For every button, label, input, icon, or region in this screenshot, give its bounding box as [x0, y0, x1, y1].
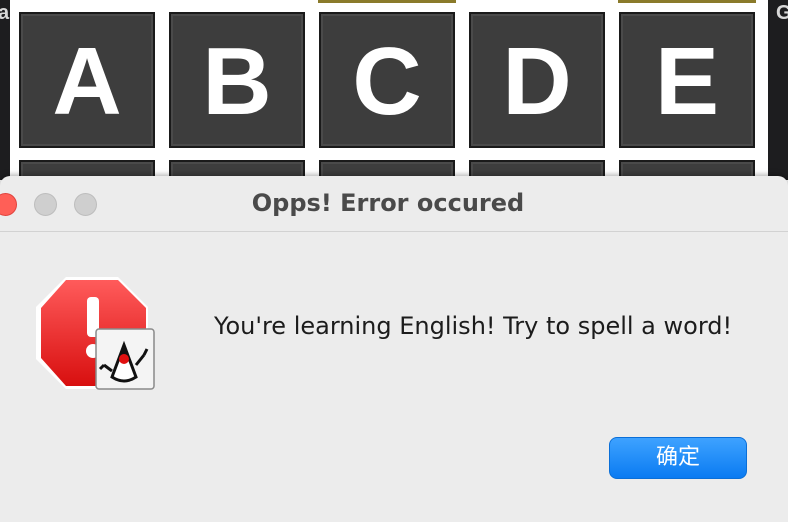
game-board: a G A B C D E: [0, 0, 788, 190]
highlight-bar: [318, 0, 456, 3]
left-panel-edge: a: [0, 0, 10, 180]
letter-tile-b[interactable]: B: [169, 12, 305, 148]
dialog-titlebar: Opps! Error occured: [0, 176, 788, 232]
error-stop-sign-icon: [36, 277, 155, 390]
left-panel-text-fragment: a: [0, 2, 10, 24]
dialog-title: Opps! Error occured: [251, 189, 525, 217]
right-panel-edge: G: [768, 0, 788, 180]
highlight-bar: [618, 0, 756, 3]
letter-tile-a[interactable]: A: [19, 12, 155, 148]
error-dialog: Opps! Error occured You're learning Engl…: [0, 176, 788, 522]
right-panel-text-fragment: G: [776, 2, 788, 24]
letter-tile-c[interactable]: C: [319, 12, 455, 148]
java-duke-icon: [95, 328, 155, 390]
letter-tile-e[interactable]: E: [619, 12, 755, 148]
confirm-button[interactable]: 确定: [609, 437, 747, 479]
error-message: You're learning English! Try to spell a …: [214, 312, 733, 340]
letter-tile-d[interactable]: D: [469, 12, 605, 148]
